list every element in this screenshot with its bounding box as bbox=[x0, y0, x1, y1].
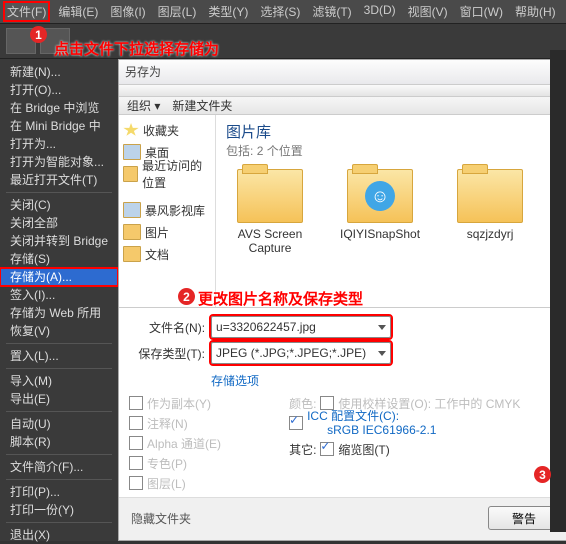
mi-checkin[interactable]: 签入(I)... bbox=[0, 286, 118, 304]
filename-input[interactable]: u=3320622457.jpg bbox=[211, 316, 391, 338]
mi-open[interactable]: 打开(O)... bbox=[0, 81, 118, 99]
savetype-label: 保存类型(T): bbox=[129, 345, 205, 362]
folder-item[interactable]: ☺ IQIYISnapShot bbox=[336, 169, 424, 241]
chk-thumbnail[interactable]: 其它: 缩览图(T) bbox=[289, 439, 520, 459]
menu-sep bbox=[6, 192, 112, 193]
mi-new[interactable]: 新建(N)... bbox=[0, 63, 118, 81]
library-subtitle: 包括: 2 个位置 bbox=[226, 142, 303, 159]
menu-layer[interactable]: 图层(L) bbox=[155, 2, 200, 21]
folder-icon: ☺ bbox=[347, 169, 413, 223]
mi-save-as[interactable]: 存储为(A)... bbox=[0, 268, 118, 286]
annotation-1-text: 点击文件下拉选择存储为 bbox=[54, 38, 219, 59]
mi-save[interactable]: 存储(S) bbox=[0, 250, 118, 268]
mi-place[interactable]: 置入(L)... bbox=[0, 347, 118, 365]
chk-icc[interactable]: ICC 配置文件(C): sRGB IEC61966-2.1 bbox=[289, 413, 520, 433]
other-label: 其它: bbox=[289, 441, 316, 458]
place-recent[interactable]: 最近访问的位置 bbox=[123, 163, 211, 185]
mi-mini-bridge[interactable]: 在 Mini Bridge 中 bbox=[0, 117, 118, 135]
menu-view[interactable]: 视图(V) bbox=[405, 2, 451, 21]
mi-auto[interactable]: 自动(U) bbox=[0, 415, 118, 433]
menu-3d[interactable]: 3D(D) bbox=[361, 2, 399, 21]
menu-window[interactable]: 窗口(W) bbox=[457, 2, 506, 21]
chk-layers[interactable]: 图层(L) bbox=[129, 473, 221, 493]
desktop-icon bbox=[123, 144, 141, 160]
annotation-2-text: 更改图片名称及保存类型 bbox=[198, 288, 363, 309]
chevron-down-icon bbox=[378, 351, 386, 356]
mi-open-as[interactable]: 打开为... bbox=[0, 135, 118, 153]
chk-as-copy[interactable]: 作为副本(Y) bbox=[129, 393, 221, 413]
place-fav[interactable]: 收藏夹 bbox=[123, 119, 211, 141]
mi-recent[interactable]: 最近打开文件(T) bbox=[0, 171, 118, 189]
mi-import[interactable]: 导入(M) bbox=[0, 372, 118, 390]
mi-fileinfo[interactable]: 文件简介(F)... bbox=[0, 458, 118, 476]
place-docs[interactable]: 文档 bbox=[123, 243, 211, 265]
mi-exit[interactable]: 退出(X) bbox=[0, 526, 118, 544]
file-browser[interactable]: 图片库 包括: 2 个位置 排列方式 AVS Screen Capture ☺ … bbox=[216, 115, 566, 307]
filename-label: 文件名(N): bbox=[129, 319, 205, 336]
organize-button[interactable]: 组织 ▾ bbox=[127, 97, 160, 114]
mi-export[interactable]: 导出(E) bbox=[0, 390, 118, 408]
menu-edit[interactable]: 编辑(E) bbox=[55, 2, 101, 21]
chk-notes[interactable]: 注释(N) bbox=[129, 413, 221, 433]
mi-close[interactable]: 关闭(C) bbox=[0, 196, 118, 214]
chk-spot[interactable]: 专色(P) bbox=[129, 453, 221, 473]
mi-close-bridge[interactable]: 关闭并转到 Bridge bbox=[0, 232, 118, 250]
mi-print[interactable]: 打印(P)... bbox=[0, 483, 118, 501]
mi-closeall[interactable]: 关闭全部 bbox=[0, 214, 118, 232]
mi-save-web[interactable]: 存储为 Web 所用 bbox=[0, 304, 118, 322]
folder-icon bbox=[237, 169, 303, 223]
menu-sep bbox=[6, 454, 112, 455]
annotation-2-badge: 2 bbox=[178, 288, 195, 305]
dialog-titlebar: 另存为 bbox=[119, 60, 566, 85]
folder-item[interactable]: AVS Screen Capture bbox=[226, 169, 314, 255]
app-menubar[interactable]: 文件(F) 编辑(E) 图像(I) 图层(L) 类型(Y) 选择(S) 滤镜(T… bbox=[0, 0, 566, 23]
menu-filter[interactable]: 滤镜(T) bbox=[309, 2, 354, 21]
menu-sep bbox=[6, 479, 112, 480]
menu-help[interactable]: 帮助(H) bbox=[512, 2, 559, 21]
menu-image[interactable]: 图像(I) bbox=[107, 2, 148, 21]
folder-icon bbox=[123, 224, 141, 240]
save-options: 文件名(N): u=3320622457.jpg 保存类型(T): JPEG (… bbox=[119, 308, 566, 497]
folder-icon bbox=[457, 169, 523, 223]
file-dropdown-menu[interactable]: 新建(N)... 打开(O)... 在 Bridge 中浏览 在 Mini Br… bbox=[0, 59, 118, 541]
chk-alpha[interactable]: Alpha 通道(E) bbox=[129, 433, 221, 453]
storage-options-label: 存储选项 bbox=[211, 372, 566, 389]
menu-type[interactable]: 类型(Y) bbox=[205, 2, 251, 21]
dialog-buttons: 隐藏文件夹 警告 保存(S) bbox=[119, 497, 566, 540]
menu-select[interactable]: 选择(S) bbox=[257, 2, 303, 21]
mi-bridge[interactable]: 在 Bridge 中浏览 bbox=[0, 99, 118, 117]
star-icon bbox=[123, 123, 139, 137]
app-right-panel bbox=[550, 50, 566, 532]
chevron-down-icon bbox=[378, 325, 386, 330]
mi-open-smart[interactable]: 打开为智能对象... bbox=[0, 153, 118, 171]
place-pictures[interactable]: 图片 bbox=[123, 221, 211, 243]
savetype-select[interactable]: JPEG (*.JPG;*.JPEG;*.JPE) bbox=[211, 342, 391, 364]
mi-print-one[interactable]: 打印一份(Y) bbox=[0, 501, 118, 519]
folder-icon bbox=[123, 246, 141, 262]
hide-folders-toggle[interactable]: 隐藏文件夹 bbox=[131, 510, 191, 527]
menu-sep bbox=[6, 411, 112, 412]
video-icon bbox=[123, 202, 141, 218]
places-sidebar[interactable]: 收藏夹 桌面 最近访问的位置 暴风影视库 图片 文档 bbox=[119, 115, 216, 307]
menu-file[interactable]: 文件(F) bbox=[4, 2, 49, 21]
iqiyi-avatar-icon: ☺ bbox=[365, 181, 395, 211]
mi-script[interactable]: 脚本(R) bbox=[0, 433, 118, 451]
annotation-1-badge: 1 bbox=[30, 26, 47, 43]
menu-sep bbox=[6, 368, 112, 369]
folder-item[interactable]: sqzjzdyrj bbox=[446, 169, 534, 241]
place-storm[interactable]: 暴风影视库 bbox=[123, 199, 211, 221]
mi-revert[interactable]: 恢复(V) bbox=[0, 322, 118, 340]
dialog-path-bar[interactable] bbox=[119, 85, 566, 97]
new-folder-button[interactable]: 新建文件夹 bbox=[172, 97, 232, 114]
annotation-3-badge: 3 bbox=[534, 466, 551, 483]
menu-sep bbox=[6, 343, 112, 344]
menu-sep bbox=[6, 522, 112, 523]
folder-icon bbox=[123, 166, 138, 182]
dialog-toolbar[interactable]: 组织 ▾ 新建文件夹 bbox=[119, 97, 566, 115]
library-title: 图片库 bbox=[226, 121, 303, 142]
